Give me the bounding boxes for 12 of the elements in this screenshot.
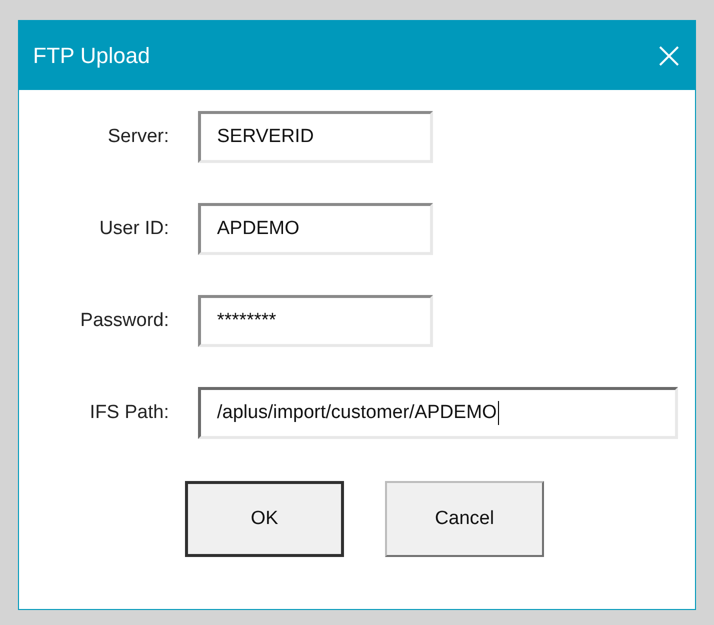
field-label: IFS Path: bbox=[88, 402, 169, 424]
input-field[interactable]: ******** bbox=[198, 295, 433, 347]
field-label: Password: bbox=[79, 310, 169, 332]
field-label: Server: bbox=[106, 126, 169, 148]
ok-button[interactable]: OK bbox=[185, 481, 344, 557]
input-field[interactable]: /aplus/import/customer/APDEMO bbox=[198, 387, 678, 439]
input-field[interactable]: SERVERID bbox=[198, 111, 433, 163]
cancel-button[interactable]: Cancel bbox=[385, 481, 544, 557]
close-icon[interactable] bbox=[659, 46, 679, 66]
field-label: User ID: bbox=[98, 218, 169, 240]
window-title: FTP Upload bbox=[33, 42, 150, 68]
input-field[interactable]: APDEMO bbox=[198, 203, 433, 255]
